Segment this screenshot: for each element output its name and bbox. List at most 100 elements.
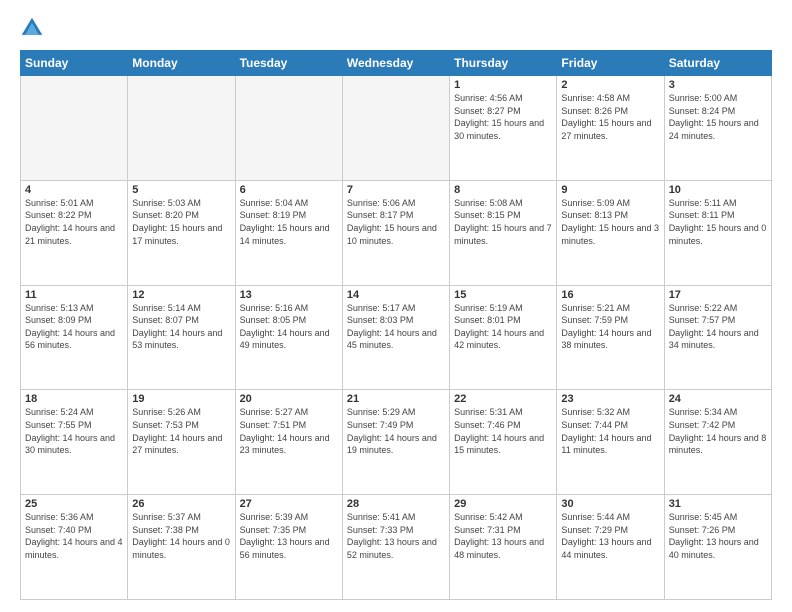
calendar-cell: 23Sunrise: 5:32 AMSunset: 7:44 PMDayligh… bbox=[557, 390, 664, 495]
day-info: Sunrise: 5:14 AMSunset: 8:07 PMDaylight:… bbox=[132, 302, 230, 352]
calendar-cell bbox=[128, 76, 235, 181]
calendar-week-3: 11Sunrise: 5:13 AMSunset: 8:09 PMDayligh… bbox=[21, 285, 772, 390]
col-header-wednesday: Wednesday bbox=[342, 51, 449, 76]
day-number: 27 bbox=[240, 498, 338, 510]
day-info: Sunrise: 5:21 AMSunset: 7:59 PMDaylight:… bbox=[561, 302, 659, 352]
day-number: 24 bbox=[669, 393, 767, 405]
col-header-monday: Monday bbox=[128, 51, 235, 76]
day-info: Sunrise: 5:11 AMSunset: 8:11 PMDaylight:… bbox=[669, 197, 767, 247]
day-info: Sunrise: 4:58 AMSunset: 8:26 PMDaylight:… bbox=[561, 92, 659, 142]
day-number: 17 bbox=[669, 289, 767, 301]
logo-icon bbox=[20, 16, 44, 40]
day-number: 12 bbox=[132, 289, 230, 301]
calendar-cell: 13Sunrise: 5:16 AMSunset: 8:05 PMDayligh… bbox=[235, 285, 342, 390]
day-number: 16 bbox=[561, 289, 659, 301]
day-number: 9 bbox=[561, 184, 659, 196]
day-number: 13 bbox=[240, 289, 338, 301]
day-info: Sunrise: 5:26 AMSunset: 7:53 PMDaylight:… bbox=[132, 406, 230, 456]
day-info: Sunrise: 5:41 AMSunset: 7:33 PMDaylight:… bbox=[347, 511, 445, 561]
day-info: Sunrise: 5:37 AMSunset: 7:38 PMDaylight:… bbox=[132, 511, 230, 561]
col-header-sunday: Sunday bbox=[21, 51, 128, 76]
col-header-tuesday: Tuesday bbox=[235, 51, 342, 76]
day-number: 10 bbox=[669, 184, 767, 196]
calendar-cell: 9Sunrise: 5:09 AMSunset: 8:13 PMDaylight… bbox=[557, 180, 664, 285]
calendar-cell: 28Sunrise: 5:41 AMSunset: 7:33 PMDayligh… bbox=[342, 495, 449, 600]
col-header-saturday: Saturday bbox=[664, 51, 771, 76]
calendar-table: SundayMondayTuesdayWednesdayThursdayFrid… bbox=[20, 50, 772, 600]
calendar-week-1: 1Sunrise: 4:56 AMSunset: 8:27 PMDaylight… bbox=[21, 76, 772, 181]
calendar-cell: 2Sunrise: 4:58 AMSunset: 8:26 PMDaylight… bbox=[557, 76, 664, 181]
calendar-cell: 21Sunrise: 5:29 AMSunset: 7:49 PMDayligh… bbox=[342, 390, 449, 495]
day-number: 5 bbox=[132, 184, 230, 196]
day-number: 28 bbox=[347, 498, 445, 510]
col-header-thursday: Thursday bbox=[450, 51, 557, 76]
calendar-cell bbox=[235, 76, 342, 181]
calendar-cell: 16Sunrise: 5:21 AMSunset: 7:59 PMDayligh… bbox=[557, 285, 664, 390]
calendar-cell: 25Sunrise: 5:36 AMSunset: 7:40 PMDayligh… bbox=[21, 495, 128, 600]
day-number: 1 bbox=[454, 79, 552, 91]
day-info: Sunrise: 5:17 AMSunset: 8:03 PMDaylight:… bbox=[347, 302, 445, 352]
calendar-cell: 15Sunrise: 5:19 AMSunset: 8:01 PMDayligh… bbox=[450, 285, 557, 390]
day-number: 31 bbox=[669, 498, 767, 510]
day-info: Sunrise: 5:08 AMSunset: 8:15 PMDaylight:… bbox=[454, 197, 552, 247]
day-info: Sunrise: 5:19 AMSunset: 8:01 PMDaylight:… bbox=[454, 302, 552, 352]
day-info: Sunrise: 5:39 AMSunset: 7:35 PMDaylight:… bbox=[240, 511, 338, 561]
day-info: Sunrise: 5:13 AMSunset: 8:09 PMDaylight:… bbox=[25, 302, 123, 352]
day-info: Sunrise: 5:03 AMSunset: 8:20 PMDaylight:… bbox=[132, 197, 230, 247]
day-number: 11 bbox=[25, 289, 123, 301]
calendar-week-2: 4Sunrise: 5:01 AMSunset: 8:22 PMDaylight… bbox=[21, 180, 772, 285]
day-info: Sunrise: 5:31 AMSunset: 7:46 PMDaylight:… bbox=[454, 406, 552, 456]
calendar-header-row: SundayMondayTuesdayWednesdayThursdayFrid… bbox=[21, 51, 772, 76]
calendar-cell: 8Sunrise: 5:08 AMSunset: 8:15 PMDaylight… bbox=[450, 180, 557, 285]
calendar-cell: 20Sunrise: 5:27 AMSunset: 7:51 PMDayligh… bbox=[235, 390, 342, 495]
day-info: Sunrise: 5:45 AMSunset: 7:26 PMDaylight:… bbox=[669, 511, 767, 561]
day-info: Sunrise: 5:06 AMSunset: 8:17 PMDaylight:… bbox=[347, 197, 445, 247]
calendar-cell: 19Sunrise: 5:26 AMSunset: 7:53 PMDayligh… bbox=[128, 390, 235, 495]
day-info: Sunrise: 5:22 AMSunset: 7:57 PMDaylight:… bbox=[669, 302, 767, 352]
day-number: 2 bbox=[561, 79, 659, 91]
calendar-cell: 1Sunrise: 4:56 AMSunset: 8:27 PMDaylight… bbox=[450, 76, 557, 181]
day-number: 23 bbox=[561, 393, 659, 405]
day-number: 7 bbox=[347, 184, 445, 196]
day-info: Sunrise: 5:16 AMSunset: 8:05 PMDaylight:… bbox=[240, 302, 338, 352]
day-number: 25 bbox=[25, 498, 123, 510]
day-number: 15 bbox=[454, 289, 552, 301]
calendar-cell: 4Sunrise: 5:01 AMSunset: 8:22 PMDaylight… bbox=[21, 180, 128, 285]
day-number: 18 bbox=[25, 393, 123, 405]
day-info: Sunrise: 5:32 AMSunset: 7:44 PMDaylight:… bbox=[561, 406, 659, 456]
calendar-cell: 11Sunrise: 5:13 AMSunset: 8:09 PMDayligh… bbox=[21, 285, 128, 390]
page: SundayMondayTuesdayWednesdayThursdayFrid… bbox=[0, 0, 792, 612]
calendar-cell: 12Sunrise: 5:14 AMSunset: 8:07 PMDayligh… bbox=[128, 285, 235, 390]
calendar-cell: 22Sunrise: 5:31 AMSunset: 7:46 PMDayligh… bbox=[450, 390, 557, 495]
calendar-week-5: 25Sunrise: 5:36 AMSunset: 7:40 PMDayligh… bbox=[21, 495, 772, 600]
day-number: 26 bbox=[132, 498, 230, 510]
day-number: 22 bbox=[454, 393, 552, 405]
day-number: 21 bbox=[347, 393, 445, 405]
day-info: Sunrise: 4:56 AMSunset: 8:27 PMDaylight:… bbox=[454, 92, 552, 142]
calendar-cell: 17Sunrise: 5:22 AMSunset: 7:57 PMDayligh… bbox=[664, 285, 771, 390]
header bbox=[20, 16, 772, 40]
day-info: Sunrise: 5:09 AMSunset: 8:13 PMDaylight:… bbox=[561, 197, 659, 247]
day-number: 6 bbox=[240, 184, 338, 196]
logo bbox=[20, 16, 48, 40]
calendar-cell: 18Sunrise: 5:24 AMSunset: 7:55 PMDayligh… bbox=[21, 390, 128, 495]
day-number: 14 bbox=[347, 289, 445, 301]
day-info: Sunrise: 5:29 AMSunset: 7:49 PMDaylight:… bbox=[347, 406, 445, 456]
day-info: Sunrise: 5:42 AMSunset: 7:31 PMDaylight:… bbox=[454, 511, 552, 561]
calendar-cell bbox=[342, 76, 449, 181]
calendar-cell: 24Sunrise: 5:34 AMSunset: 7:42 PMDayligh… bbox=[664, 390, 771, 495]
calendar-cell: 6Sunrise: 5:04 AMSunset: 8:19 PMDaylight… bbox=[235, 180, 342, 285]
col-header-friday: Friday bbox=[557, 51, 664, 76]
calendar-cell: 30Sunrise: 5:44 AMSunset: 7:29 PMDayligh… bbox=[557, 495, 664, 600]
day-number: 4 bbox=[25, 184, 123, 196]
day-info: Sunrise: 5:27 AMSunset: 7:51 PMDaylight:… bbox=[240, 406, 338, 456]
calendar-cell: 31Sunrise: 5:45 AMSunset: 7:26 PMDayligh… bbox=[664, 495, 771, 600]
day-info: Sunrise: 5:24 AMSunset: 7:55 PMDaylight:… bbox=[25, 406, 123, 456]
day-number: 20 bbox=[240, 393, 338, 405]
day-info: Sunrise: 5:36 AMSunset: 7:40 PMDaylight:… bbox=[25, 511, 123, 561]
calendar-cell: 14Sunrise: 5:17 AMSunset: 8:03 PMDayligh… bbox=[342, 285, 449, 390]
day-number: 19 bbox=[132, 393, 230, 405]
day-info: Sunrise: 5:44 AMSunset: 7:29 PMDaylight:… bbox=[561, 511, 659, 561]
day-info: Sunrise: 5:34 AMSunset: 7:42 PMDaylight:… bbox=[669, 406, 767, 456]
calendar-cell: 7Sunrise: 5:06 AMSunset: 8:17 PMDaylight… bbox=[342, 180, 449, 285]
